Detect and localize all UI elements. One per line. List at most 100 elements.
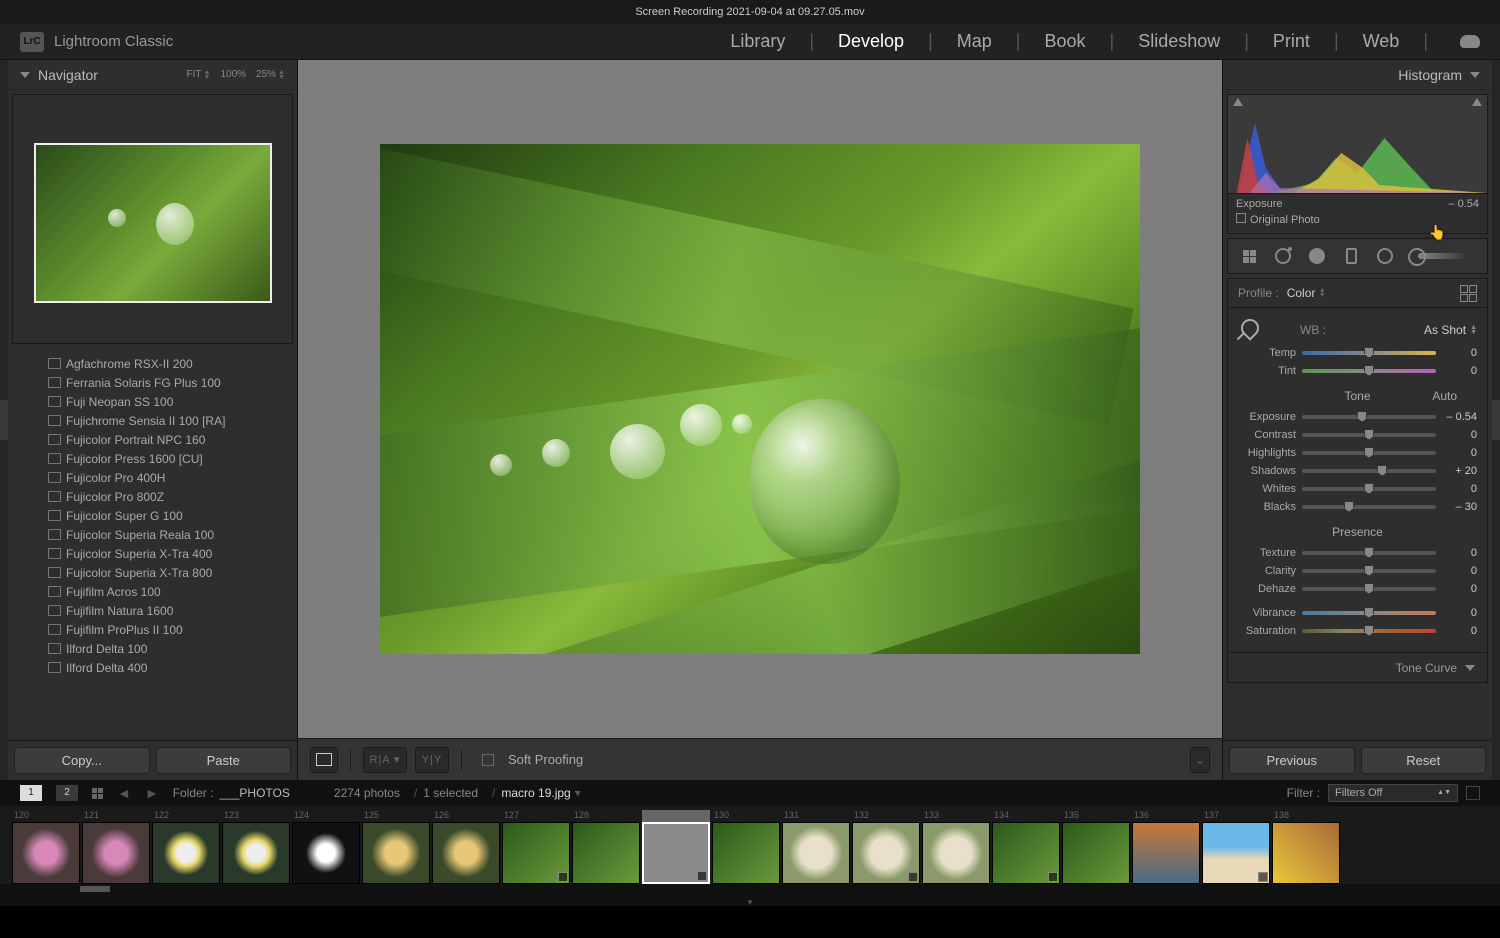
module-develop[interactable]: Develop (838, 31, 904, 52)
reset-button[interactable]: Reset (1361, 747, 1487, 774)
module-map[interactable]: Map (957, 31, 992, 52)
masking-tool[interactable] (1336, 243, 1366, 269)
paste-button[interactable]: Paste (156, 747, 292, 774)
preset-item[interactable]: Fuji Neopan SS 100 (28, 392, 297, 411)
slider-value[interactable]: 0 (1442, 547, 1477, 559)
module-print[interactable]: Print (1273, 31, 1310, 52)
slider-value[interactable]: 0 (1442, 347, 1477, 359)
loupe-view-button[interactable] (310, 747, 338, 773)
module-web[interactable]: Web (1363, 31, 1400, 52)
radial-tool[interactable] (1370, 243, 1400, 269)
preset-item[interactable]: Fujicolor Superia X-Tra 400 (28, 544, 297, 563)
folder-value[interactable]: ___PHOTOS (219, 786, 289, 800)
slider-clarity[interactable]: Clarity 0 (1238, 562, 1477, 580)
preset-item[interactable]: Fujifilm ProPlus II 100 (28, 620, 297, 639)
module-library[interactable]: Library (730, 31, 785, 52)
slider-value[interactable]: 0 (1442, 625, 1477, 637)
slider-value[interactable]: 0 (1442, 607, 1477, 619)
filmstrip-item[interactable]: 135 (1062, 810, 1130, 884)
preset-item[interactable]: Ilford Delta 100 (28, 639, 297, 658)
brush-tool[interactable] (1404, 243, 1481, 269)
wb-eyedropper-icon[interactable] (1238, 319, 1260, 341)
filmstrip-item[interactable]: 123 (222, 810, 290, 884)
filmstrip-item[interactable]: 121 (82, 810, 150, 884)
slider-value[interactable]: – 0.54 (1442, 411, 1477, 423)
previous-button[interactable]: Previous (1229, 747, 1355, 774)
profile-row[interactable]: Profile : Color ▲▼ (1227, 278, 1488, 308)
slider-vibrance[interactable]: Vibrance 0 (1238, 604, 1477, 622)
slider-highlights[interactable]: Highlights 0 (1238, 444, 1477, 462)
original-photo-checkbox[interactable] (1236, 213, 1246, 223)
profile-value[interactable]: Color ▲▼ (1287, 286, 1326, 300)
filmstrip-item[interactable]: 138 (1272, 810, 1340, 884)
preset-item[interactable]: Agfachrome RSX-II 200 (28, 354, 297, 373)
secondary-display-2[interactable]: 2 (56, 785, 78, 801)
slider-value[interactable]: – 30 (1442, 501, 1477, 513)
slider-shadows[interactable]: Shadows + 20 (1238, 462, 1477, 480)
left-edge-tab[interactable] (0, 60, 8, 780)
secondary-display-1[interactable]: 1 (20, 785, 42, 801)
right-edge-tab[interactable] (1492, 60, 1500, 780)
slider-dehaze[interactable]: Dehaze 0 (1238, 580, 1477, 598)
filmstrip[interactable]: 120 121 122 123 124 125 126 127 128 129 … (0, 806, 1500, 884)
nav-forward-icon[interactable]: ► (145, 785, 159, 801)
preset-item[interactable]: Fujicolor Pro 400H (28, 468, 297, 487)
preset-item[interactable]: Fujicolor Pro 800Z (28, 487, 297, 506)
navigator-header[interactable]: Navigator FIT▲▼ 100% 25%▲▼ (8, 60, 297, 90)
slider-whites[interactable]: Whites 0 (1238, 480, 1477, 498)
filmstrip-item[interactable]: 137 (1202, 810, 1270, 884)
filmstrip-item[interactable]: 133 (922, 810, 990, 884)
module-slideshow[interactable]: Slideshow (1138, 31, 1220, 52)
slider-blacks[interactable]: Blacks – 30 (1238, 498, 1477, 516)
filmstrip-collapse-icon[interactable]: ▼ (0, 898, 1500, 906)
zoom-100[interactable]: 100% (220, 69, 246, 80)
preset-item[interactable]: Fujicolor Superia Reala 100 (28, 525, 297, 544)
nav-back-icon[interactable]: ◄ (117, 785, 131, 801)
filmstrip-item[interactable]: 125 (362, 810, 430, 884)
histogram[interactable] (1227, 94, 1488, 194)
slider-contrast[interactable]: Contrast 0 (1238, 426, 1477, 444)
filmstrip-scrollbar[interactable] (0, 884, 1500, 898)
slider-exposure[interactable]: Exposure – 0.54 (1238, 408, 1477, 426)
preset-item[interactable]: Ilford Delta 400 (28, 658, 297, 677)
preset-item[interactable]: Fujicolor Superia X-Tra 800 (28, 563, 297, 582)
grid-icon[interactable] (92, 788, 103, 799)
before-after-yy-button[interactable]: Y|Y (415, 747, 449, 773)
filmstrip-item[interactable]: 127 (502, 810, 570, 884)
slider-value[interactable]: 0 (1442, 565, 1477, 577)
module-book[interactable]: Book (1044, 31, 1085, 52)
auto-tone-button[interactable]: Auto (1432, 389, 1457, 403)
slider-value[interactable]: 0 (1442, 429, 1477, 441)
filmstrip-item[interactable]: 120 (12, 810, 80, 884)
preset-item[interactable]: Fujichrome Sensia II 100 [RA] (28, 411, 297, 430)
slider-saturation[interactable]: Saturation 0 (1238, 622, 1477, 640)
navigator-preview[interactable] (12, 94, 293, 344)
profile-browser-icon[interactable] (1460, 285, 1477, 302)
main-image[interactable] (380, 144, 1140, 654)
filter-dropdown[interactable]: Filters Off▲▼ (1328, 784, 1458, 802)
histogram-header[interactable]: Histogram (1223, 60, 1492, 90)
slider-value[interactable]: + 20 (1442, 465, 1477, 477)
preset-item[interactable]: Fujicolor Portrait NPC 160 (28, 430, 297, 449)
slider-value[interactable]: 0 (1442, 447, 1477, 459)
slider-texture[interactable]: Texture 0 (1238, 544, 1477, 562)
zoom-25[interactable]: 25%▲▼ (256, 69, 285, 80)
filmstrip-item[interactable]: 128 (572, 810, 640, 884)
cloud-sync-icon[interactable] (1460, 35, 1480, 48)
filmstrip-item[interactable]: 132 (852, 810, 920, 884)
zoom-fit[interactable]: FIT▲▼ (187, 69, 211, 80)
filmstrip-item[interactable]: 126 (432, 810, 500, 884)
crop-tool[interactable] (1234, 243, 1264, 269)
wb-value-dropdown[interactable]: As Shot (1424, 323, 1466, 337)
filmstrip-item[interactable]: 122 (152, 810, 220, 884)
preset-item[interactable]: Fujicolor Press 1600 [CU] (28, 449, 297, 468)
filmstrip-item[interactable]: 130 (712, 810, 780, 884)
highlight-clip-icon[interactable] (1472, 98, 1482, 106)
redeye-tool[interactable] (1302, 243, 1332, 269)
filmstrip-item[interactable]: 134 (992, 810, 1060, 884)
soft-proof-checkbox[interactable] (482, 754, 494, 766)
slider-temp[interactable]: Temp 0 (1238, 344, 1477, 362)
toolbar-collapse[interactable]: ⌄ (1190, 747, 1210, 773)
slider-value[interactable]: 0 (1442, 483, 1477, 495)
slider-tint[interactable]: Tint 0 (1238, 362, 1477, 380)
